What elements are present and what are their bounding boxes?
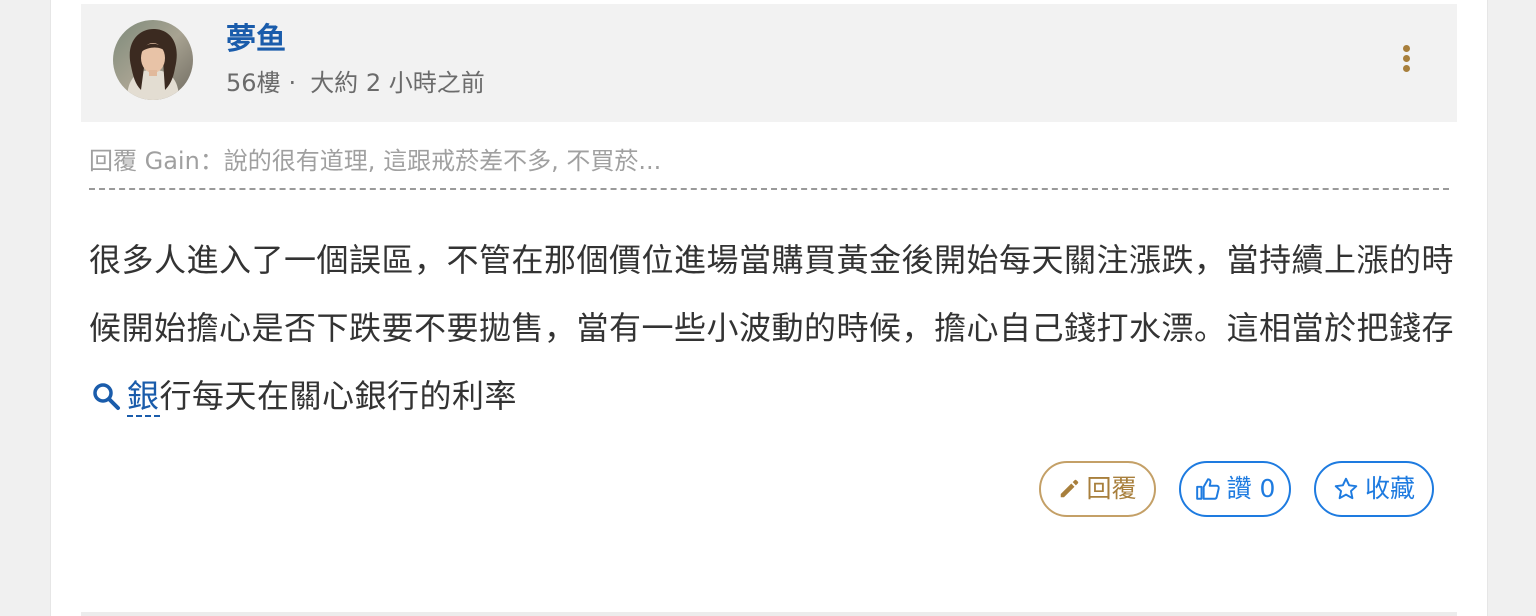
- user-avatar-photo-icon: [113, 20, 193, 100]
- post-body: 很多人進入了一個誤區，不管在那個價位進場當購買黃金後開始每天關注漲跌，當持續上漲…: [89, 226, 1455, 434]
- star-icon: [1333, 476, 1359, 502]
- search-icon: [91, 366, 121, 434]
- post-time: 大約 2 小時之前: [310, 69, 485, 97]
- reply-quote-text: ：說的很有道理, 這跟戒菸差不多, 不買菸...: [199, 147, 662, 175]
- thumbs-up-icon: [1195, 476, 1221, 502]
- post-actions: 回覆 讚 0 收藏: [51, 461, 1487, 517]
- keyword-link[interactable]: 銀: [127, 377, 160, 417]
- more-vertical-icon[interactable]: [1391, 40, 1421, 76]
- reply-button[interactable]: 回覆: [1039, 461, 1156, 517]
- post-divider: [81, 612, 1457, 616]
- reply-quote[interactable]: 回覆 Gain：說的很有道理, 這跟戒菸差不多, 不買菸...: [89, 144, 1449, 178]
- pencil-icon: [1058, 478, 1080, 500]
- favorite-button-label: 收藏: [1364, 474, 1415, 503]
- post-header: 夢鱼 56樓 · 大約 2 小時之前: [81, 4, 1457, 122]
- post-meta: 56樓 · 大約 2 小時之前: [226, 66, 485, 100]
- post-text-before: 很多人進入了一個誤區，不管在那個價位進場當購買黃金後開始每天關注漲跌，當持續上漲…: [89, 241, 1455, 347]
- floor-number: 56樓: [226, 69, 281, 97]
- like-button[interactable]: 讚 0: [1179, 461, 1291, 517]
- post-text-after: 行每天在關心銀行的利率: [159, 377, 518, 415]
- reply-button-label: 回覆: [1086, 474, 1137, 503]
- author-name[interactable]: 夢鱼: [226, 20, 286, 60]
- avatar[interactable]: [113, 20, 193, 100]
- quote-divider: [89, 188, 1449, 190]
- meta-separator: ·: [288, 69, 297, 97]
- favorite-button[interactable]: 收藏: [1314, 461, 1434, 517]
- post-card: 夢鱼 56樓 · 大約 2 小時之前 回覆 Gain：說的很有道理, 這跟戒菸差不多…: [50, 0, 1488, 616]
- like-button-label: 讚 0: [1226, 474, 1276, 503]
- reply-quote-prefix: 回覆 Gain: [89, 147, 200, 175]
